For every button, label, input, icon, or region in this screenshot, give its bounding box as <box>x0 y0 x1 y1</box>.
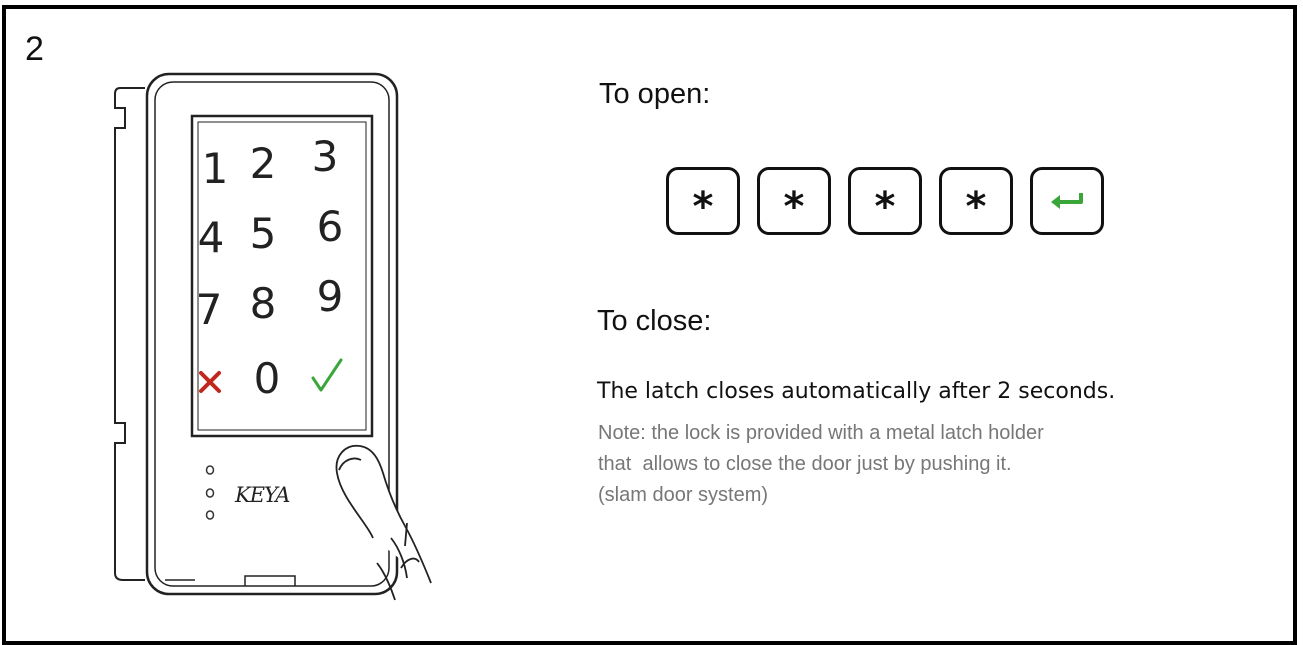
code-key-star-2: * <box>757 167 831 235</box>
key-2: 2 <box>250 139 277 188</box>
key-8: 8 <box>250 279 277 328</box>
key-3: 3 <box>312 132 339 181</box>
close-heading: To close: <box>597 305 712 337</box>
code-key-star-3: * <box>848 167 922 235</box>
key-5: 5 <box>250 209 277 258</box>
key-9: 9 <box>317 272 344 321</box>
key-6: 6 <box>317 202 344 251</box>
key-4: 4 <box>198 213 225 262</box>
key-7: 7 <box>196 285 223 334</box>
star-symbol: * <box>692 184 714 230</box>
code-key-star-1: * <box>666 167 740 235</box>
step-number: 2 <box>25 30 44 68</box>
key-1: 1 <box>202 144 229 193</box>
star-symbol: * <box>783 184 805 230</box>
note-line: (slam door system) <box>598 484 769 506</box>
enter-arrow-icon <box>1051 193 1083 209</box>
note-line: Note: the lock is provided with a metal … <box>598 422 1044 444</box>
open-heading: To open: <box>599 78 711 110</box>
latch-auto-close-text: The latch closes automatically after 2 s… <box>597 379 1116 404</box>
latch-holder-note: Note: the lock is provided with a metal … <box>598 418 1278 511</box>
note-line: that allows to close the door just by pu… <box>598 453 1012 475</box>
key-0: 0 <box>254 354 281 403</box>
keypad-device-illustration: 1 2 3 4 5 6 7 8 9 0 KEYA <box>114 72 432 601</box>
brand-logo: KEYA <box>234 483 290 507</box>
code-key-enter <box>1030 167 1104 235</box>
star-symbol: * <box>874 184 896 230</box>
code-key-sequence: * * * * <box>666 167 1104 235</box>
code-key-star-4: * <box>939 167 1013 235</box>
star-symbol: * <box>965 184 987 230</box>
mount-bracket-left <box>114 87 145 581</box>
